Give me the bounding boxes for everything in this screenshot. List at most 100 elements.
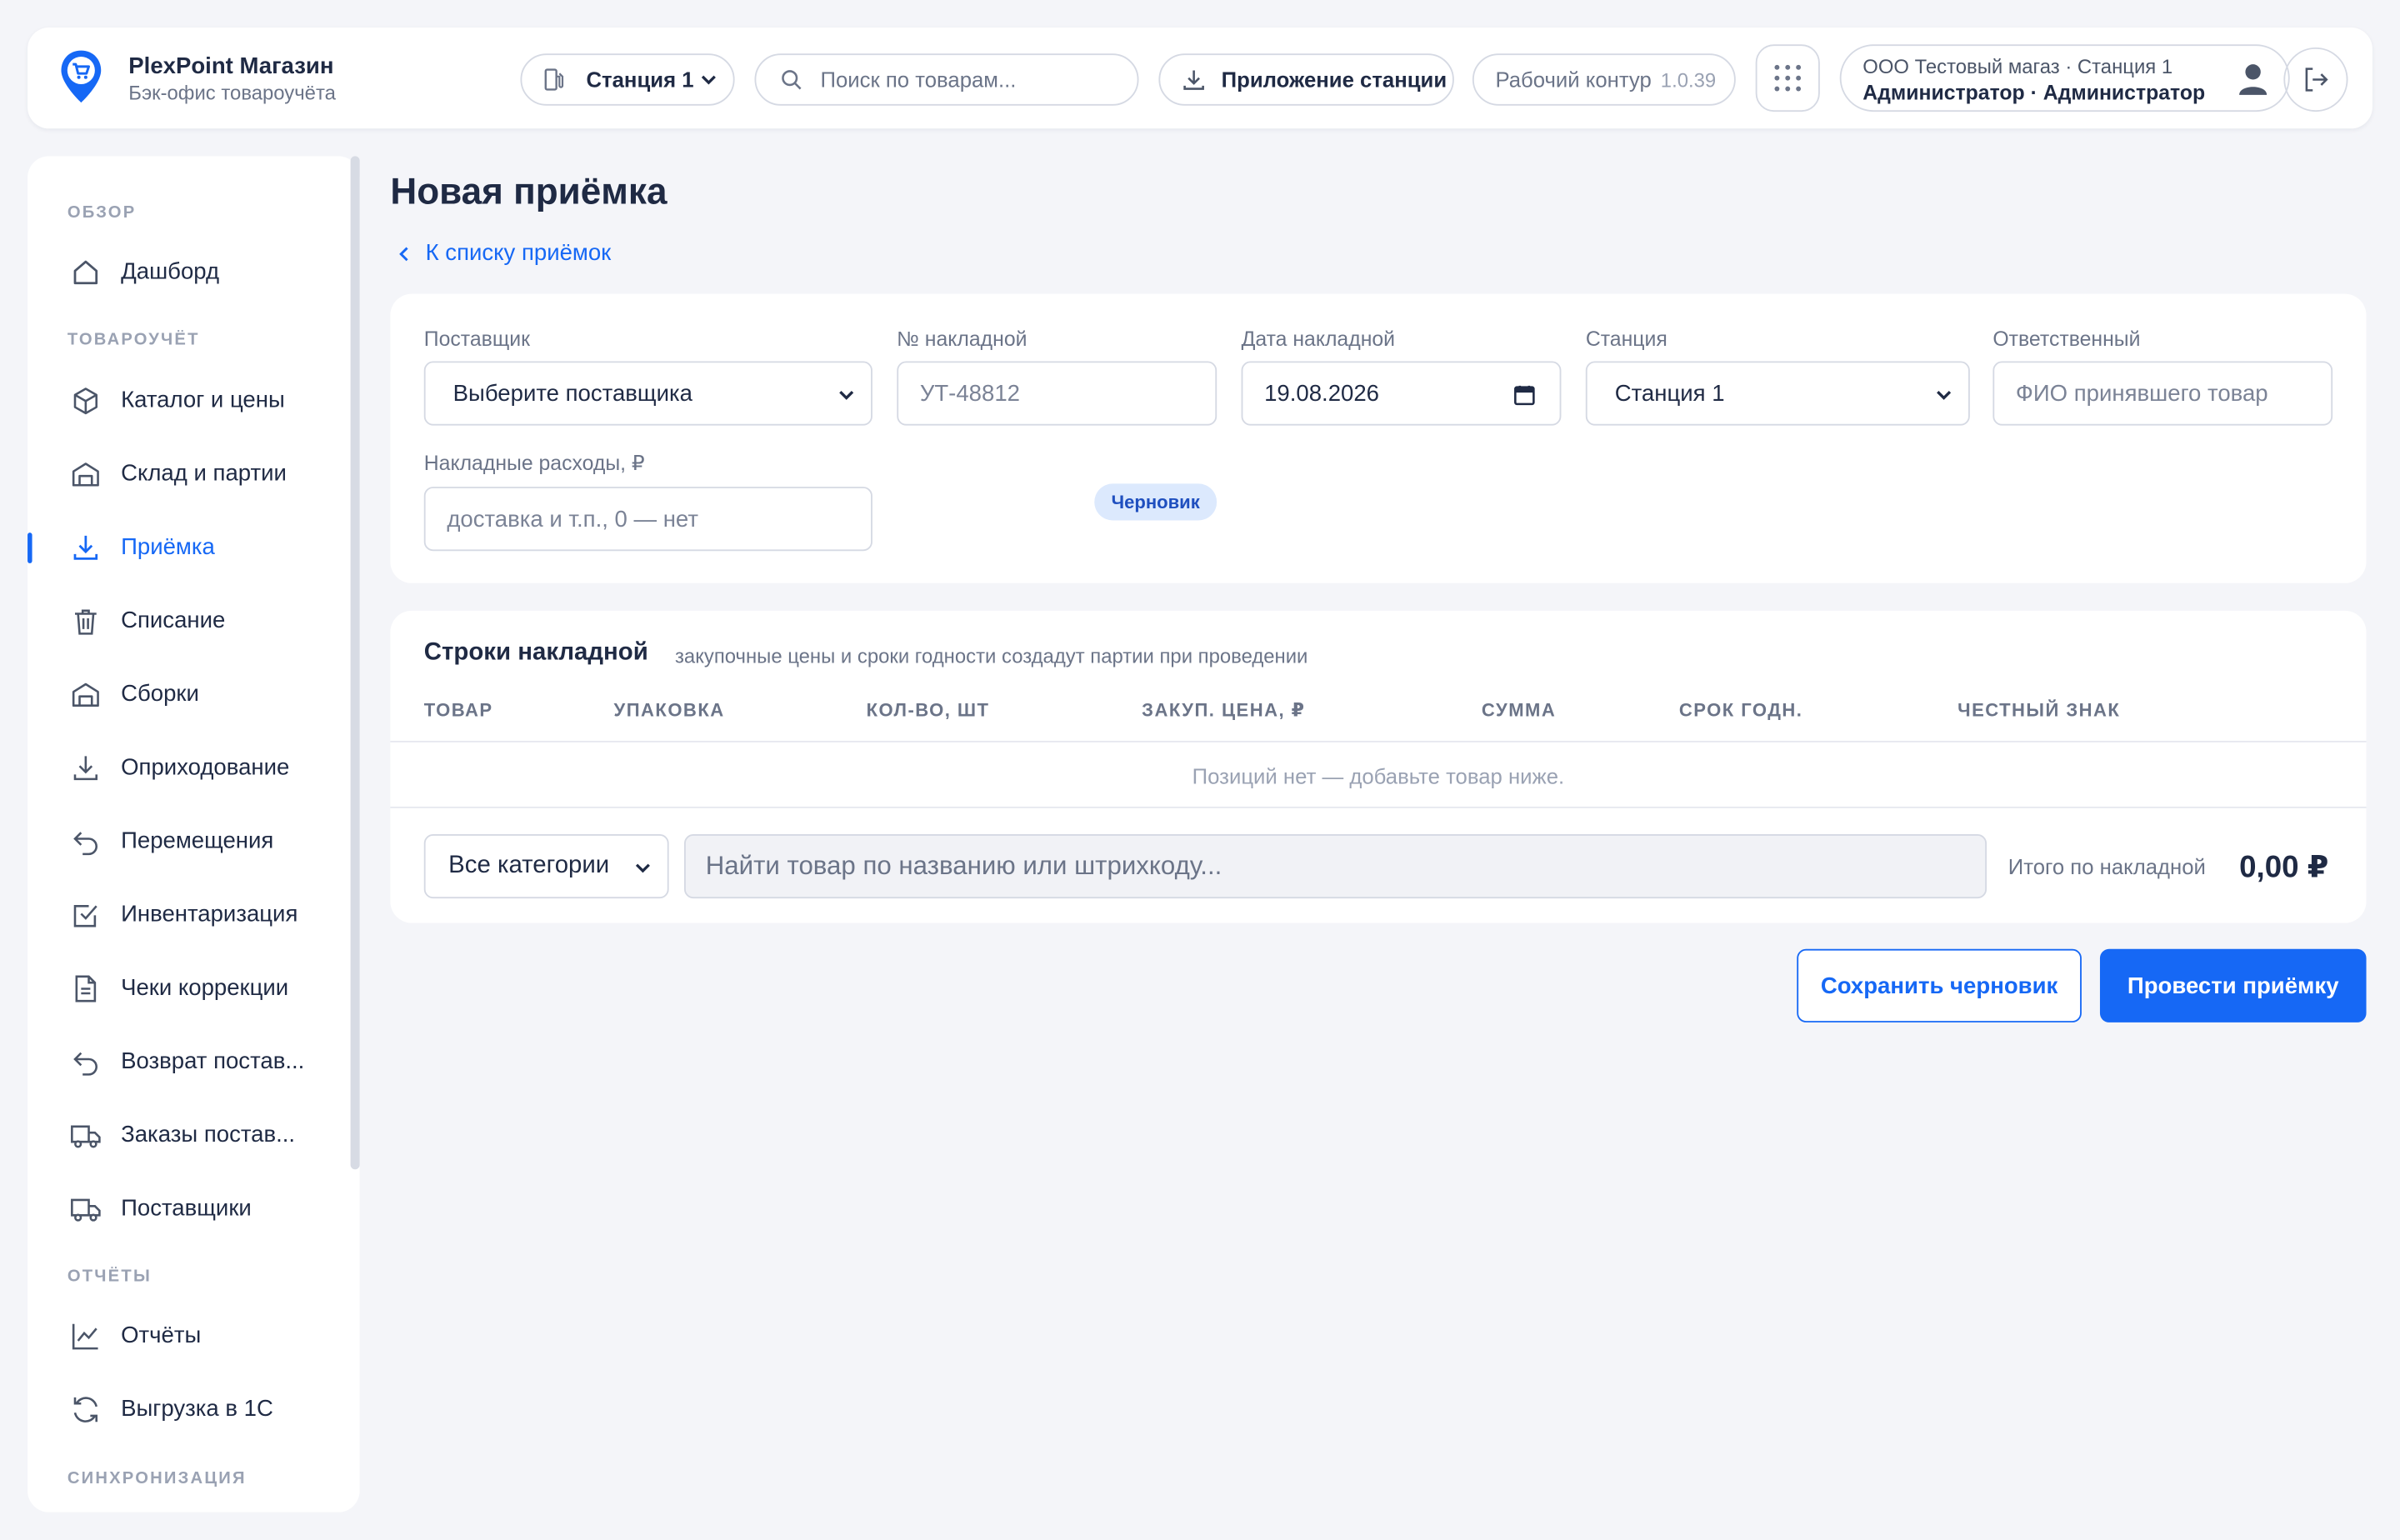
column-header-package: УПАКОВКА (613, 699, 725, 722)
total-label: Итого по накладной (2008, 853, 2206, 879)
sidebar-item-label: Заказы постав... (121, 1122, 296, 1148)
work-contour-badge: Рабочий контур 1.0.39 (1472, 53, 1736, 106)
invoice-date-label: Дата накладной (1241, 328, 1396, 351)
shop-logo-icon (61, 50, 102, 103)
back-to-list-link[interactable]: К списку приёмок (395, 240, 612, 267)
brand-title: PlexPoint Магазин (128, 53, 334, 80)
invoice-date-input[interactable]: 19.08.2026 (1241, 361, 1562, 426)
category-select-value: Все категории (448, 852, 610, 879)
station-selector[interactable]: Станция 1 (520, 53, 735, 106)
chevron-down-icon (702, 75, 717, 85)
chevron-down-icon (635, 863, 650, 873)
app-root: PlexPoint Магазин Бэк-офис товароучёта С… (0, 0, 2400, 1540)
save-draft-button[interactable]: Сохранить черновик (1797, 948, 2082, 1022)
sidebar-item-label: Дашборд (121, 258, 220, 285)
document-icon (75, 975, 97, 1002)
apps-grid-icon (1774, 64, 1802, 92)
calendar-icon[interactable] (1513, 384, 1535, 406)
sidebar-item-assemblies[interactable]: Сборки (28, 664, 349, 725)
home-icon (73, 260, 98, 285)
download-icon (1183, 70, 1204, 90)
sidebar-item-dashboard[interactable]: Дашборд (28, 242, 349, 302)
apps-grid-button[interactable] (1755, 44, 1820, 112)
sidebar-item-writeoff[interactable]: Списание (28, 591, 349, 652)
fuel-station-icon (544, 68, 564, 91)
version-label: 1.0.39 (1660, 68, 1717, 92)
warehouse-icon (72, 462, 99, 487)
logout-button[interactable] (2283, 47, 2348, 112)
sidebar-scrollbar[interactable] (350, 156, 360, 1170)
user-menu[interactable]: ООО Тестовый магаз · Станция 1 Администр… (1839, 44, 2290, 112)
sidebar-item-supplier-orders[interactable]: Заказы постав... (28, 1105, 349, 1166)
overhead-label: Накладные расходы, ₽ (423, 451, 645, 475)
search-icon (782, 70, 802, 90)
sidebar-item-label: Перемещения (121, 828, 274, 854)
sidebar-item-label: Списание (121, 608, 226, 634)
sidebar-item-reports[interactable]: Отчёты (28, 1306, 349, 1367)
undo-icon (73, 832, 98, 856)
chevron-left-icon (399, 246, 408, 261)
section-inventory: ТОВАРОУЧЁТ (67, 330, 200, 349)
sidebar-item-transfers[interactable]: Перемещения (28, 811, 349, 872)
supplier-label: Поставщик (423, 328, 530, 351)
sidebar-item-inventory-check[interactable]: Инвентаризация (28, 885, 349, 946)
overhead-input[interactable]: доставка и т.п., 0 — нет (423, 487, 872, 552)
sidebar-item-label: Инвентаризация (121, 901, 298, 928)
total-value: 0,00 ₽ (2239, 851, 2329, 885)
invoice-number-input[interactable]: УТ-48812 (897, 361, 1218, 426)
product-search-input[interactable]: Найти товар по названию или штрихкоду... (684, 834, 1988, 899)
sidebar-item-label: Поставщики (121, 1195, 252, 1222)
sidebar-item-label: Возврат постав... (121, 1048, 305, 1075)
sidebar-item-supplier-returns[interactable]: Возврат постав... (28, 1032, 349, 1092)
top-bar: PlexPoint Магазин Бэк-офис товароучёта С… (28, 28, 2372, 129)
station-app-button[interactable]: Приложение станции (1158, 53, 1454, 106)
section-sync: СИНХРОНИЗАЦИЯ (67, 1469, 247, 1488)
download-icon (73, 535, 98, 560)
station-label: Станция (1585, 328, 1668, 351)
sidebar-item-correction-receipts[interactable]: Чеки коррекции (28, 958, 349, 1019)
station-select[interactable]: Станция 1 (1585, 361, 1970, 426)
brand[interactable]: PlexPoint Магазин Бэк-офис товароучёта (58, 49, 336, 106)
lines-subtitle: закупочные цены и сроки годности создаду… (674, 644, 1308, 668)
back-link-label: К списку приёмок (425, 240, 612, 267)
page-title: Новая приёмка (390, 171, 668, 213)
box-icon (73, 388, 98, 415)
sidebar-item-warehouse[interactable]: Склад и партии (28, 444, 349, 505)
logout-icon (2305, 68, 2328, 92)
sidebar-item-catalog[interactable]: Каталог и цены (28, 370, 349, 431)
work-contour-label: Рабочий контур (1495, 67, 1652, 92)
chevron-down-icon (1937, 391, 1952, 400)
station-app-label: Приложение станции (1221, 67, 1448, 92)
station-select-value: Станция 1 (1614, 380, 1725, 407)
undo-icon (73, 1052, 98, 1076)
sidebar-item-label: Оприходование (121, 754, 290, 781)
supplier-select-value: Выберите поставщика (452, 380, 692, 407)
status-badge: Черновик (1094, 483, 1218, 521)
post-receipt-button[interactable]: Провести приёмку (2099, 948, 2367, 1022)
chart-icon (72, 1323, 98, 1350)
trash-icon (74, 609, 97, 635)
supplier-select[interactable]: Выберите поставщика (423, 361, 872, 426)
responsible-input[interactable]: ФИО принявшего товар (1992, 361, 2333, 426)
lines-title: Строки накладной (423, 639, 648, 666)
sidebar-item-label: Чеки коррекции (121, 974, 289, 1002)
sidebar-item-label: Приёмка (121, 534, 215, 561)
truck-icon (71, 1125, 101, 1148)
warehouse-icon (72, 682, 99, 708)
global-search-input[interactable]: Поиск по товарам... (754, 53, 1139, 106)
sidebar-item-capitalization[interactable]: Оприходование (28, 738, 349, 798)
brand-subtitle: Бэк-офис товароучёта (128, 81, 336, 104)
column-header-quantity: КОЛ-ВО, ШТ (866, 699, 990, 722)
sidebar-item-receiving[interactable]: Приёмка (28, 518, 349, 578)
truck-icon (71, 1198, 101, 1222)
refresh-icon (73, 1397, 98, 1422)
sidebar-item-label: Сборки (121, 681, 199, 708)
column-header-product: ТОВАР (423, 699, 493, 722)
invoice-number-label: № накладной (897, 328, 1028, 351)
category-select[interactable]: Все категории (423, 834, 669, 899)
sidebar-item-export-1c[interactable]: Выгрузка в 1С (28, 1379, 349, 1440)
sidebar-item-label: Выгрузка в 1С (121, 1396, 273, 1422)
table-divider (390, 806, 2367, 808)
checkbox-icon (73, 905, 98, 928)
sidebar-item-suppliers[interactable]: Поставщики (28, 1178, 349, 1239)
